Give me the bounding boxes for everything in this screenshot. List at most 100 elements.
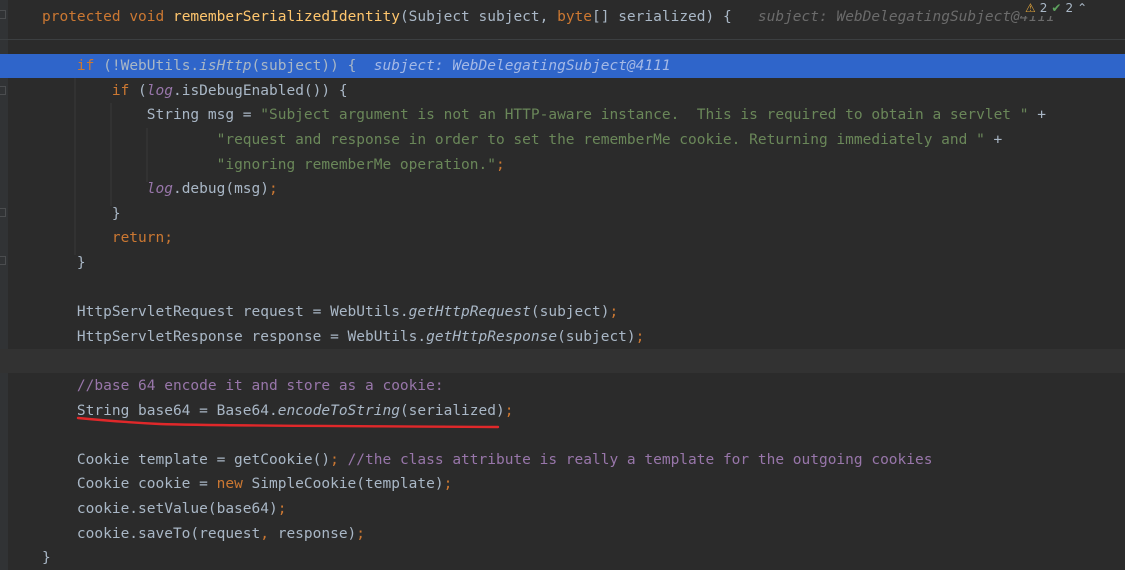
code-token: //base 64 encode it and store as a cooki… [76, 378, 444, 394]
code-line-text: String msg = "Subject argument is not an… [42, 103, 1046, 127]
code-token: ; [635, 328, 645, 345]
code-line[interactable] [0, 423, 1125, 447]
code-token: if [111, 82, 139, 99]
code-token: "request and response in order to set th… [216, 132, 985, 148]
code-line[interactable]: HttpServletResponse response = WebUtils.… [0, 325, 1125, 349]
code-token: ; [609, 304, 619, 321]
code-line-text: return; [42, 226, 173, 250]
code-line[interactable]: String base64 = Base64.encodeToString(se… [0, 399, 1125, 423]
code-line[interactable]: if (log.isDebugEnabled()) { [0, 79, 1125, 103]
code-token: encodeToString [277, 402, 400, 419]
code-line[interactable]: log.debug(msg); [0, 177, 1125, 201]
code-line[interactable]: } [0, 251, 1125, 275]
code-token: .debug(msg) [172, 181, 269, 198]
code-token: , [260, 525, 278, 542]
code-token: getHttpResponse [426, 328, 558, 345]
code-line[interactable] [0, 276, 1125, 300]
code-line[interactable]: HttpServletRequest request = WebUtils.ge… [0, 300, 1125, 324]
code-token: Cookie cookie = [76, 476, 217, 493]
code-token: ; [504, 402, 514, 419]
code-editor[interactable]: protected void rememberSerializedIdentit… [0, 0, 1125, 570]
code-line-text: } [42, 546, 51, 570]
code-token: getHttpRequest [408, 304, 531, 321]
code-line-text: if (log.isDebugEnabled()) { [42, 79, 348, 103]
code-token: String base64 = Base64. [76, 402, 278, 419]
code-line-text: } [42, 251, 86, 275]
code-line-text: if (!WebUtils.isHttp(subject)) { subject… [42, 54, 671, 78]
code-token: ( [138, 82, 147, 99]
code-token: SimpleCookie(template) [251, 476, 444, 493]
code-line[interactable]: } [0, 202, 1125, 226]
code-line-text: String base64 = Base64.encodeToString(se… [42, 399, 514, 423]
code-token: log [146, 181, 173, 198]
code-token: ; [356, 525, 366, 542]
code-token: rememberSerializedIdentity [172, 9, 400, 25]
code-token: byte [557, 9, 593, 25]
code-token: "ignoring rememberMe operation." [216, 156, 496, 173]
check-icon[interactable]: ✔ [1051, 0, 1061, 16]
code-line[interactable]: Cookie template = getCookie(); //the cla… [0, 448, 1125, 472]
execution-point-line[interactable]: if (!WebUtils.isHttp(subject)) { subject… [0, 54, 1125, 79]
sticky-header-divider [0, 39, 1125, 40]
code-line[interactable]: } [0, 546, 1125, 570]
code-token: return; [111, 230, 173, 247]
code-token: ; [443, 476, 453, 493]
code-token: (subject) [557, 328, 636, 345]
code-line[interactable]: Cookie cookie = new SimpleCookie(templat… [0, 472, 1125, 496]
caret-line[interactable] [0, 349, 1125, 374]
warning-triangle-icon[interactable]: ⚠ [1025, 0, 1036, 16]
code-token: void [129, 9, 173, 25]
code-token: [] serialized) { [592, 9, 732, 25]
code-line[interactable]: cookie.setValue(base64); [0, 497, 1125, 521]
code-token: (subject)) { [251, 58, 357, 75]
code-line[interactable]: cookie.saveTo(request, response); [0, 522, 1125, 546]
code-line[interactable]: String msg = "Subject argument is not an… [0, 103, 1125, 127]
code-line-text: "request and response in order to set th… [42, 128, 1003, 152]
code-line[interactable]: protected void rememberSerializedIdentit… [0, 5, 1125, 29]
code-line-text: log.debug(msg); [42, 177, 278, 201]
code-token: isHttp [199, 58, 252, 75]
passed-count: 2 [1065, 1, 1074, 15]
code-token: (!WebUtils. [103, 58, 200, 75]
code-line-text: Cookie template = getCookie(); //the cla… [42, 448, 933, 472]
code-line[interactable]: "request and response in order to set th… [0, 128, 1125, 152]
chevron-up-icon[interactable]: ⌃ [1077, 0, 1087, 16]
code-token: "Subject argument is not an HTTP-aware i… [260, 107, 1029, 124]
code-token: ; [330, 451, 348, 468]
code-token: ; [277, 501, 287, 517]
code-token: log [146, 82, 173, 99]
code-line[interactable]: //base 64 encode it and store as a cooki… [0, 374, 1125, 398]
code-line-text: Cookie cookie = new SimpleCookie(templat… [42, 472, 452, 496]
code-token: (subject) [530, 304, 610, 321]
code-token: Cookie template = getCookie() [76, 451, 331, 468]
code-token: (Subject subject, [399, 9, 558, 25]
inline-debug-value: subject: WebDelegatingSubject@4111 [731, 9, 1055, 25]
code-token: } [111, 205, 121, 222]
code-token: } [42, 550, 51, 567]
code-line-text: cookie.setValue(base64); [42, 497, 287, 521]
code-line-text: HttpServletRequest request = WebUtils.ge… [42, 300, 618, 324]
code-token: new [216, 476, 252, 493]
code-token: .isDebugEnabled()) { [172, 82, 348, 99]
code-line-text: "ignoring rememberMe operation."; [42, 153, 505, 177]
code-line[interactable]: return; [0, 226, 1125, 250]
code-line[interactable]: "ignoring rememberMe operation."; [0, 153, 1125, 177]
code-token: //the class attribute is really a templa… [347, 451, 933, 468]
code-line[interactable] [0, 30, 1125, 54]
code-token: response) [277, 525, 357, 542]
inspection-widget[interactable]: ⚠ 2 ✔ 2 ⌃ [1021, 0, 1125, 16]
code-token: cookie.saveTo(request [76, 525, 261, 542]
